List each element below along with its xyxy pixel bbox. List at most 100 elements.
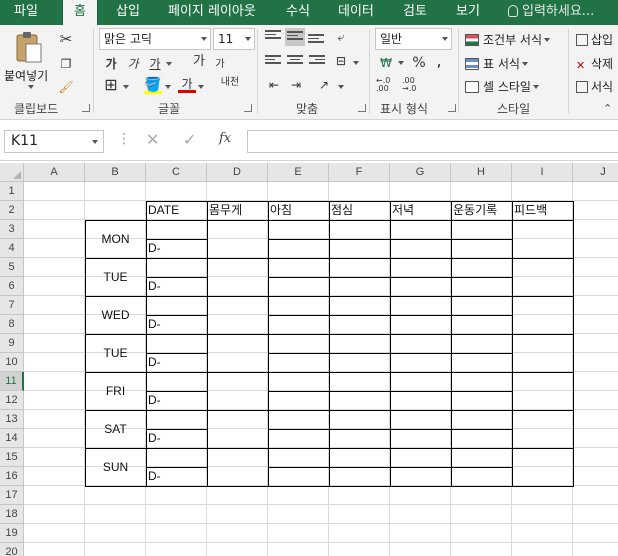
row-header-5[interactable]: 5: [0, 258, 24, 277]
row-header-13[interactable]: 13: [0, 410, 24, 429]
dday-cell[interactable]: D-: [148, 391, 206, 410]
row-header-14[interactable]: 14: [0, 429, 24, 448]
underline-button[interactable]: 가: [146, 55, 164, 73]
row-header-8[interactable]: 8: [0, 315, 24, 334]
row-header-18[interactable]: 18: [0, 505, 24, 524]
merge-dropdown-icon[interactable]: [353, 61, 359, 65]
dday-cell[interactable]: D-: [148, 353, 206, 372]
fill-color-dropdown-icon[interactable]: [165, 85, 171, 89]
column-header-j[interactable]: J: [573, 163, 618, 182]
row-header-10[interactable]: 10: [0, 353, 24, 372]
italic-button[interactable]: 가: [124, 55, 142, 73]
tab-file[interactable]: 파일: [14, 0, 38, 25]
row-header-16[interactable]: 16: [0, 467, 24, 486]
tab-formulas[interactable]: 수식: [286, 0, 310, 25]
header-cell[interactable]: 저녁: [392, 201, 450, 220]
enter-icon[interactable]: ✓: [183, 130, 196, 149]
conditional-formatting-button[interactable]: 조건부 서식: [465, 31, 551, 48]
day-label-cell[interactable]: TUE: [85, 258, 146, 296]
day-label-cell[interactable]: SUN: [85, 448, 146, 486]
bold-button[interactable]: 가: [102, 55, 120, 73]
cell-styles-button[interactable]: 셀 스타일: [465, 78, 539, 95]
day-label-cell[interactable]: WED: [85, 296, 146, 334]
column-header-c[interactable]: C: [146, 163, 207, 182]
font-launcher-icon[interactable]: [244, 104, 252, 112]
number-launcher-icon[interactable]: [448, 104, 456, 112]
dday-cell[interactable]: D-: [148, 315, 206, 334]
alignment-launcher-icon[interactable]: [358, 104, 366, 112]
number-format-combo[interactable]: 일반: [375, 28, 452, 50]
row-header-12[interactable]: 12: [0, 391, 24, 410]
row-header-7[interactable]: 7: [0, 296, 24, 315]
underline-dropdown-icon[interactable]: [166, 62, 172, 66]
header-cell[interactable]: 아침: [270, 201, 328, 220]
align-center-icon[interactable]: [287, 55, 303, 67]
increase-indent-icon[interactable]: ⇥: [287, 76, 305, 94]
phonetic-button[interactable]: 내천: [219, 74, 241, 92]
delete-cells-button[interactable]: ✕ 삭제: [576, 55, 613, 72]
decrease-indent-icon[interactable]: ⇤: [265, 76, 283, 94]
font-color-dropdown-icon[interactable]: [198, 85, 204, 89]
header-cell[interactable]: DATE: [148, 201, 206, 220]
column-header-f[interactable]: F: [329, 163, 390, 182]
row-header-4[interactable]: 4: [0, 239, 24, 258]
column-header-a[interactable]: A: [24, 163, 85, 182]
header-cell[interactable]: 몸무게: [209, 201, 267, 220]
align-left-icon[interactable]: [265, 55, 281, 67]
name-box[interactable]: K11: [4, 130, 104, 153]
row-header-2[interactable]: 2: [0, 201, 24, 220]
orientation-icon[interactable]: ↗: [315, 76, 333, 94]
comma-button[interactable]: ,: [430, 52, 448, 70]
wrap-text-icon[interactable]: ⤶: [332, 28, 350, 46]
header-cell[interactable]: 운동기록: [453, 201, 511, 220]
tab-review[interactable]: 검토: [403, 0, 427, 25]
column-header-g[interactable]: G: [390, 163, 451, 182]
cancel-icon[interactable]: ✕: [146, 130, 159, 149]
row-header-19[interactable]: 19: [0, 524, 24, 543]
align-middle-icon[interactable]: [285, 28, 305, 46]
column-header-d[interactable]: D: [207, 163, 268, 182]
tab-page-layout[interactable]: 페이지 레이아웃: [168, 0, 256, 25]
font-size-combo[interactable]: 11: [213, 28, 255, 50]
decrease-decimal-icon[interactable]: .00 →.0: [402, 77, 416, 93]
currency-dropdown-icon[interactable]: [398, 61, 404, 65]
tab-data[interactable]: 데이터: [338, 0, 374, 25]
tell-me-search[interactable]: 입력하세요...: [508, 0, 594, 25]
dday-cell[interactable]: D-: [148, 277, 206, 296]
header-cell[interactable]: 점심: [331, 201, 389, 220]
dday-cell[interactable]: D-: [148, 239, 206, 258]
currency-button[interactable]: ₩: [377, 54, 395, 72]
cut-icon[interactable]: ✂: [57, 30, 75, 48]
font-name-combo[interactable]: 맑은 고딕: [99, 28, 211, 50]
border-icon[interactable]: ⊞: [102, 76, 120, 94]
tab-insert[interactable]: 삽입: [116, 0, 140, 25]
formula-input[interactable]: [247, 130, 618, 153]
row-header-15[interactable]: 15: [0, 448, 24, 467]
shrink-font-button[interactable]: 가: [211, 56, 229, 74]
day-label-cell[interactable]: MON: [85, 220, 146, 258]
paste-icon[interactable]: [14, 31, 44, 65]
paste-dropdown-icon[interactable]: [28, 85, 34, 89]
grow-font-button[interactable]: 가: [190, 53, 208, 71]
tab-home[interactable]: 홈: [62, 0, 98, 25]
percent-button[interactable]: %: [410, 54, 428, 72]
dday-cell[interactable]: D-: [148, 429, 206, 448]
column-header-h[interactable]: H: [451, 163, 512, 182]
header-cell[interactable]: 피드백: [514, 201, 572, 220]
row-header-9[interactable]: 9: [0, 334, 24, 353]
day-label-cell[interactable]: TUE: [85, 334, 146, 372]
day-label-cell[interactable]: SAT: [85, 410, 146, 448]
row-header-11[interactable]: 11: [0, 372, 24, 391]
select-all-corner[interactable]: [0, 163, 24, 182]
row-header-3[interactable]: 3: [0, 220, 24, 239]
row-header-1[interactable]: 1: [0, 182, 24, 201]
row-header-17[interactable]: 17: [0, 486, 24, 505]
align-right-icon[interactable]: [309, 55, 325, 67]
collapse-ribbon-icon[interactable]: ⌃: [603, 102, 612, 115]
column-header-e[interactable]: E: [268, 163, 329, 182]
day-label-cell[interactable]: FRI: [85, 372, 146, 410]
copy-icon[interactable]: ❐: [57, 55, 75, 73]
row-header-20[interactable]: 20: [0, 543, 24, 556]
column-header-i[interactable]: I: [512, 163, 573, 182]
border-dropdown-icon[interactable]: [123, 85, 129, 89]
